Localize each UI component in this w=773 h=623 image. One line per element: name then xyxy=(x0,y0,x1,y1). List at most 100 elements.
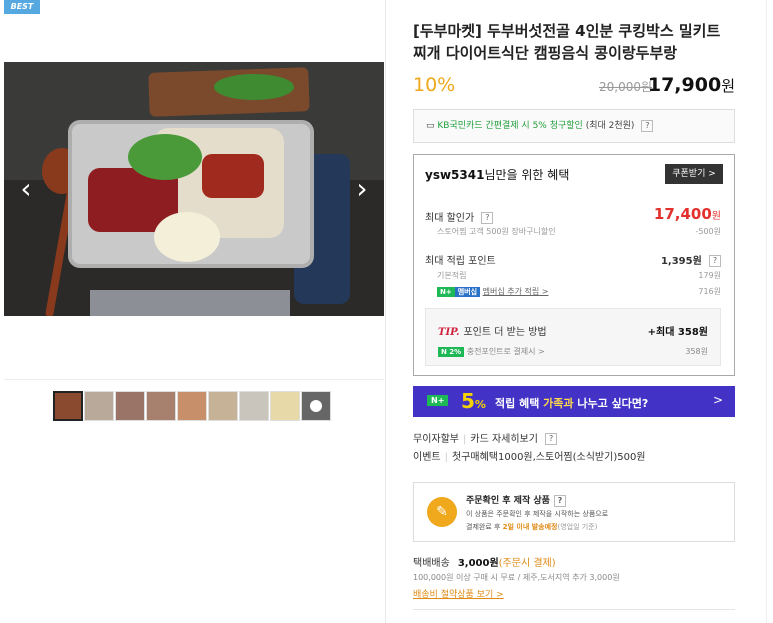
banner-percent: 5% xyxy=(461,389,486,413)
points-tip-box: TIP. 포인트 더 받는 방법 +최대 358원 N 2% 충전포인트로 결제시… xyxy=(425,308,721,366)
shipping-note: (주문시 결제) xyxy=(498,558,556,569)
thumbnail[interactable] xyxy=(270,391,300,421)
camping-stove xyxy=(90,290,290,316)
banner-msg-pre: 적립 혜택 xyxy=(495,397,544,410)
banner-message: 적립 혜택 가족과 나누고 싶다면? xyxy=(495,395,648,411)
chevron-right-icon[interactable]: › xyxy=(352,175,372,203)
card-icon: ▭ xyxy=(426,121,435,131)
installment-row: 무이자할부 | 카드 자세히보기 ? xyxy=(413,430,735,445)
made-to-order-line2: 결제완료 후 2일 이내 발송예정(영업일 기준) xyxy=(466,522,597,532)
membership-points-value: 716원 xyxy=(698,287,721,296)
thumbnail[interactable] xyxy=(239,391,269,421)
max-discount-row: 최대 할인가 ? 17,400원 xyxy=(425,205,721,224)
percent-unit: % xyxy=(474,398,486,411)
thumbnail[interactable] xyxy=(84,391,114,421)
made-to-order-title: 주문확인 후 제작 상품? xyxy=(466,493,566,507)
help-icon[interactable]: ? xyxy=(553,494,566,507)
max-points-value: 1,395원 xyxy=(660,256,702,267)
max-points-label: 최대 적립 포인트 xyxy=(425,256,496,267)
max-points-row: 최대 적립 포인트 1,395원 ? xyxy=(425,252,721,267)
coupon-button[interactable]: 쿠폰받기 > xyxy=(665,164,723,184)
chevron-left-icon[interactable]: ‹ xyxy=(16,175,36,203)
membership-badge: 멤버십 xyxy=(454,287,481,297)
event-label: 이벤트 xyxy=(413,452,441,463)
original-price: 20,000원 xyxy=(599,80,653,94)
won-unit: 원 xyxy=(711,211,721,222)
seasoning-paste xyxy=(202,154,264,198)
discount-sub-value: -500원 xyxy=(695,227,721,236)
installment-label: 무이자할부 xyxy=(413,434,459,445)
made-to-order-box: ✎ 주문확인 후 제작 상품? 이 상품은 주문확인 후 제작을 시작하는 상품… xyxy=(413,482,735,542)
thumbnail-strip xyxy=(53,391,331,421)
help-icon[interactable]: ? xyxy=(641,119,654,132)
discount-rate: 10% xyxy=(413,74,456,96)
thumbnail[interactable] xyxy=(177,391,207,421)
made-to-order-line1: 이 상품은 주문확인 후 제작을 시작하는 상품으로 xyxy=(466,510,609,518)
product-gallery: BEST ‹ › xyxy=(0,0,386,623)
tip-sub-row[interactable]: N 2% 충전포인트로 결제시 > xyxy=(438,346,545,357)
line2-post: (영업일 기준) xyxy=(557,523,598,531)
max-discount-value: 17,400 xyxy=(653,205,712,223)
free-shipping-note: 100,000원 이상 구매 시 무료 / 제주,도서지역 추가 3,000원 xyxy=(413,573,620,582)
shipping-saving-link[interactable]: 배송비 절약상품 보기 > xyxy=(413,587,504,600)
thumbnail[interactable] xyxy=(53,391,83,421)
benefit-title: 님만을 위한 혜택 xyxy=(484,168,570,182)
benefit-header: ysw5341님만을 위한 혜택 xyxy=(425,166,569,183)
user-benefit-box: ysw5341님만을 위한 혜택 쿠폰받기 > 최대 할인가 ? 17,400원… xyxy=(413,154,735,376)
user-id: ysw5341 xyxy=(425,168,485,182)
max-discount-label: 최대 할인가 xyxy=(425,213,475,224)
naver-plus-icon: N+ xyxy=(427,395,449,406)
chevron-right-icon: > xyxy=(712,393,723,407)
garnish-greens xyxy=(214,74,294,100)
help-icon[interactable]: ? xyxy=(709,255,721,267)
naver-plus-badge: N+ xyxy=(437,287,455,297)
max-discount-value-wrap: 17,400원 xyxy=(654,205,721,223)
made-to-order-title-text: 주문확인 후 제작 상품 xyxy=(466,496,550,506)
tip-value: +최대 358원 xyxy=(647,327,708,338)
charge-points-badge: N 2% xyxy=(438,347,465,357)
tip-label: TIP. xyxy=(438,327,460,338)
npay-membership-banner[interactable]: N+ 5% 적립 혜택 가족과 나누고 싶다면? > xyxy=(413,386,735,417)
thumbnail[interactable] xyxy=(115,391,145,421)
main-product-image[interactable]: ‹ › xyxy=(4,62,384,316)
card-detail-link[interactable]: 카드 자세히보기 xyxy=(470,434,538,445)
event-text: 첫구매혜택1000원,스토어찜(소식받기)500원 xyxy=(451,452,646,463)
membership-points-row: N+ 멤버십 멤버십 추가 적립 > 716원 xyxy=(425,286,721,297)
tip-sub-value: 358원 xyxy=(685,347,708,356)
card-promo-banner[interactable]: ▭ KB국민카드 간편결제 시 5% 청구할인 (최대 2천원) ? xyxy=(413,109,735,143)
page-border xyxy=(766,0,767,623)
thumbnail[interactable] xyxy=(146,391,176,421)
sale-price: 17,900원 xyxy=(648,74,735,96)
vegetables xyxy=(128,134,202,180)
discount-sub-row: 스토어찜 고객 500원 장바구니할인 -500원 xyxy=(425,226,721,237)
product-title: [두부마켓] 두부버섯전골 4인분 쿠킹박스 밀키트 찌개 다이어트식단 캠핑음… xyxy=(413,22,721,62)
tip-sub-label: 충전포인트로 결제시 > xyxy=(466,347,545,356)
membership-link[interactable]: 멤버십 추가 적립 > xyxy=(483,287,549,296)
help-icon[interactable]: ? xyxy=(481,212,494,224)
basic-points-value: 179원 xyxy=(698,271,721,280)
product-detail-panel: [두부마켓] 두부버섯전골 4인분 쿠킹박스 밀키트 찌개 다이어트식단 캠핑음… xyxy=(413,0,735,623)
line2-highlight: 2일 이내 발송예정 xyxy=(502,523,558,531)
event-row: 이벤트 | 첫구매혜택1000원,스토어찜(소식받기)500원 xyxy=(413,452,646,463)
max-points-value-wrap: 1,395원 ? xyxy=(661,252,721,267)
shipping-row: 택배배송 3,000원(주문시 결제) xyxy=(413,554,556,569)
pencil-icon: ✎ xyxy=(427,497,457,527)
banner-msg-highlight: 가족과 xyxy=(543,397,574,410)
tip-title: TIP. 포인트 더 받는 방법 xyxy=(438,323,547,338)
cabbage xyxy=(154,212,220,262)
banner-msg-post: 나누고 싶다면? xyxy=(573,397,649,410)
sale-price-value: 17,900 xyxy=(647,74,722,96)
shipping-label: 택배배송 xyxy=(413,558,450,569)
line2-pre: 결제완료 후 xyxy=(466,523,503,531)
divider xyxy=(413,609,735,610)
percent-number: 5 xyxy=(461,389,475,413)
shipping-fee: 3,000원 xyxy=(457,558,499,569)
help-icon[interactable]: ? xyxy=(545,433,558,445)
thumbnail[interactable] xyxy=(208,391,238,421)
video-thumbnail[interactable] xyxy=(301,391,331,421)
divider xyxy=(4,379,384,380)
best-badge: BEST xyxy=(4,0,40,14)
discount-sub-label: 스토어찜 고객 500원 장바구니할인 xyxy=(437,227,556,236)
card-promo-suffix: (최대 2천원) xyxy=(585,121,635,131)
basic-points-row: 기본적립 179원 xyxy=(425,270,721,281)
